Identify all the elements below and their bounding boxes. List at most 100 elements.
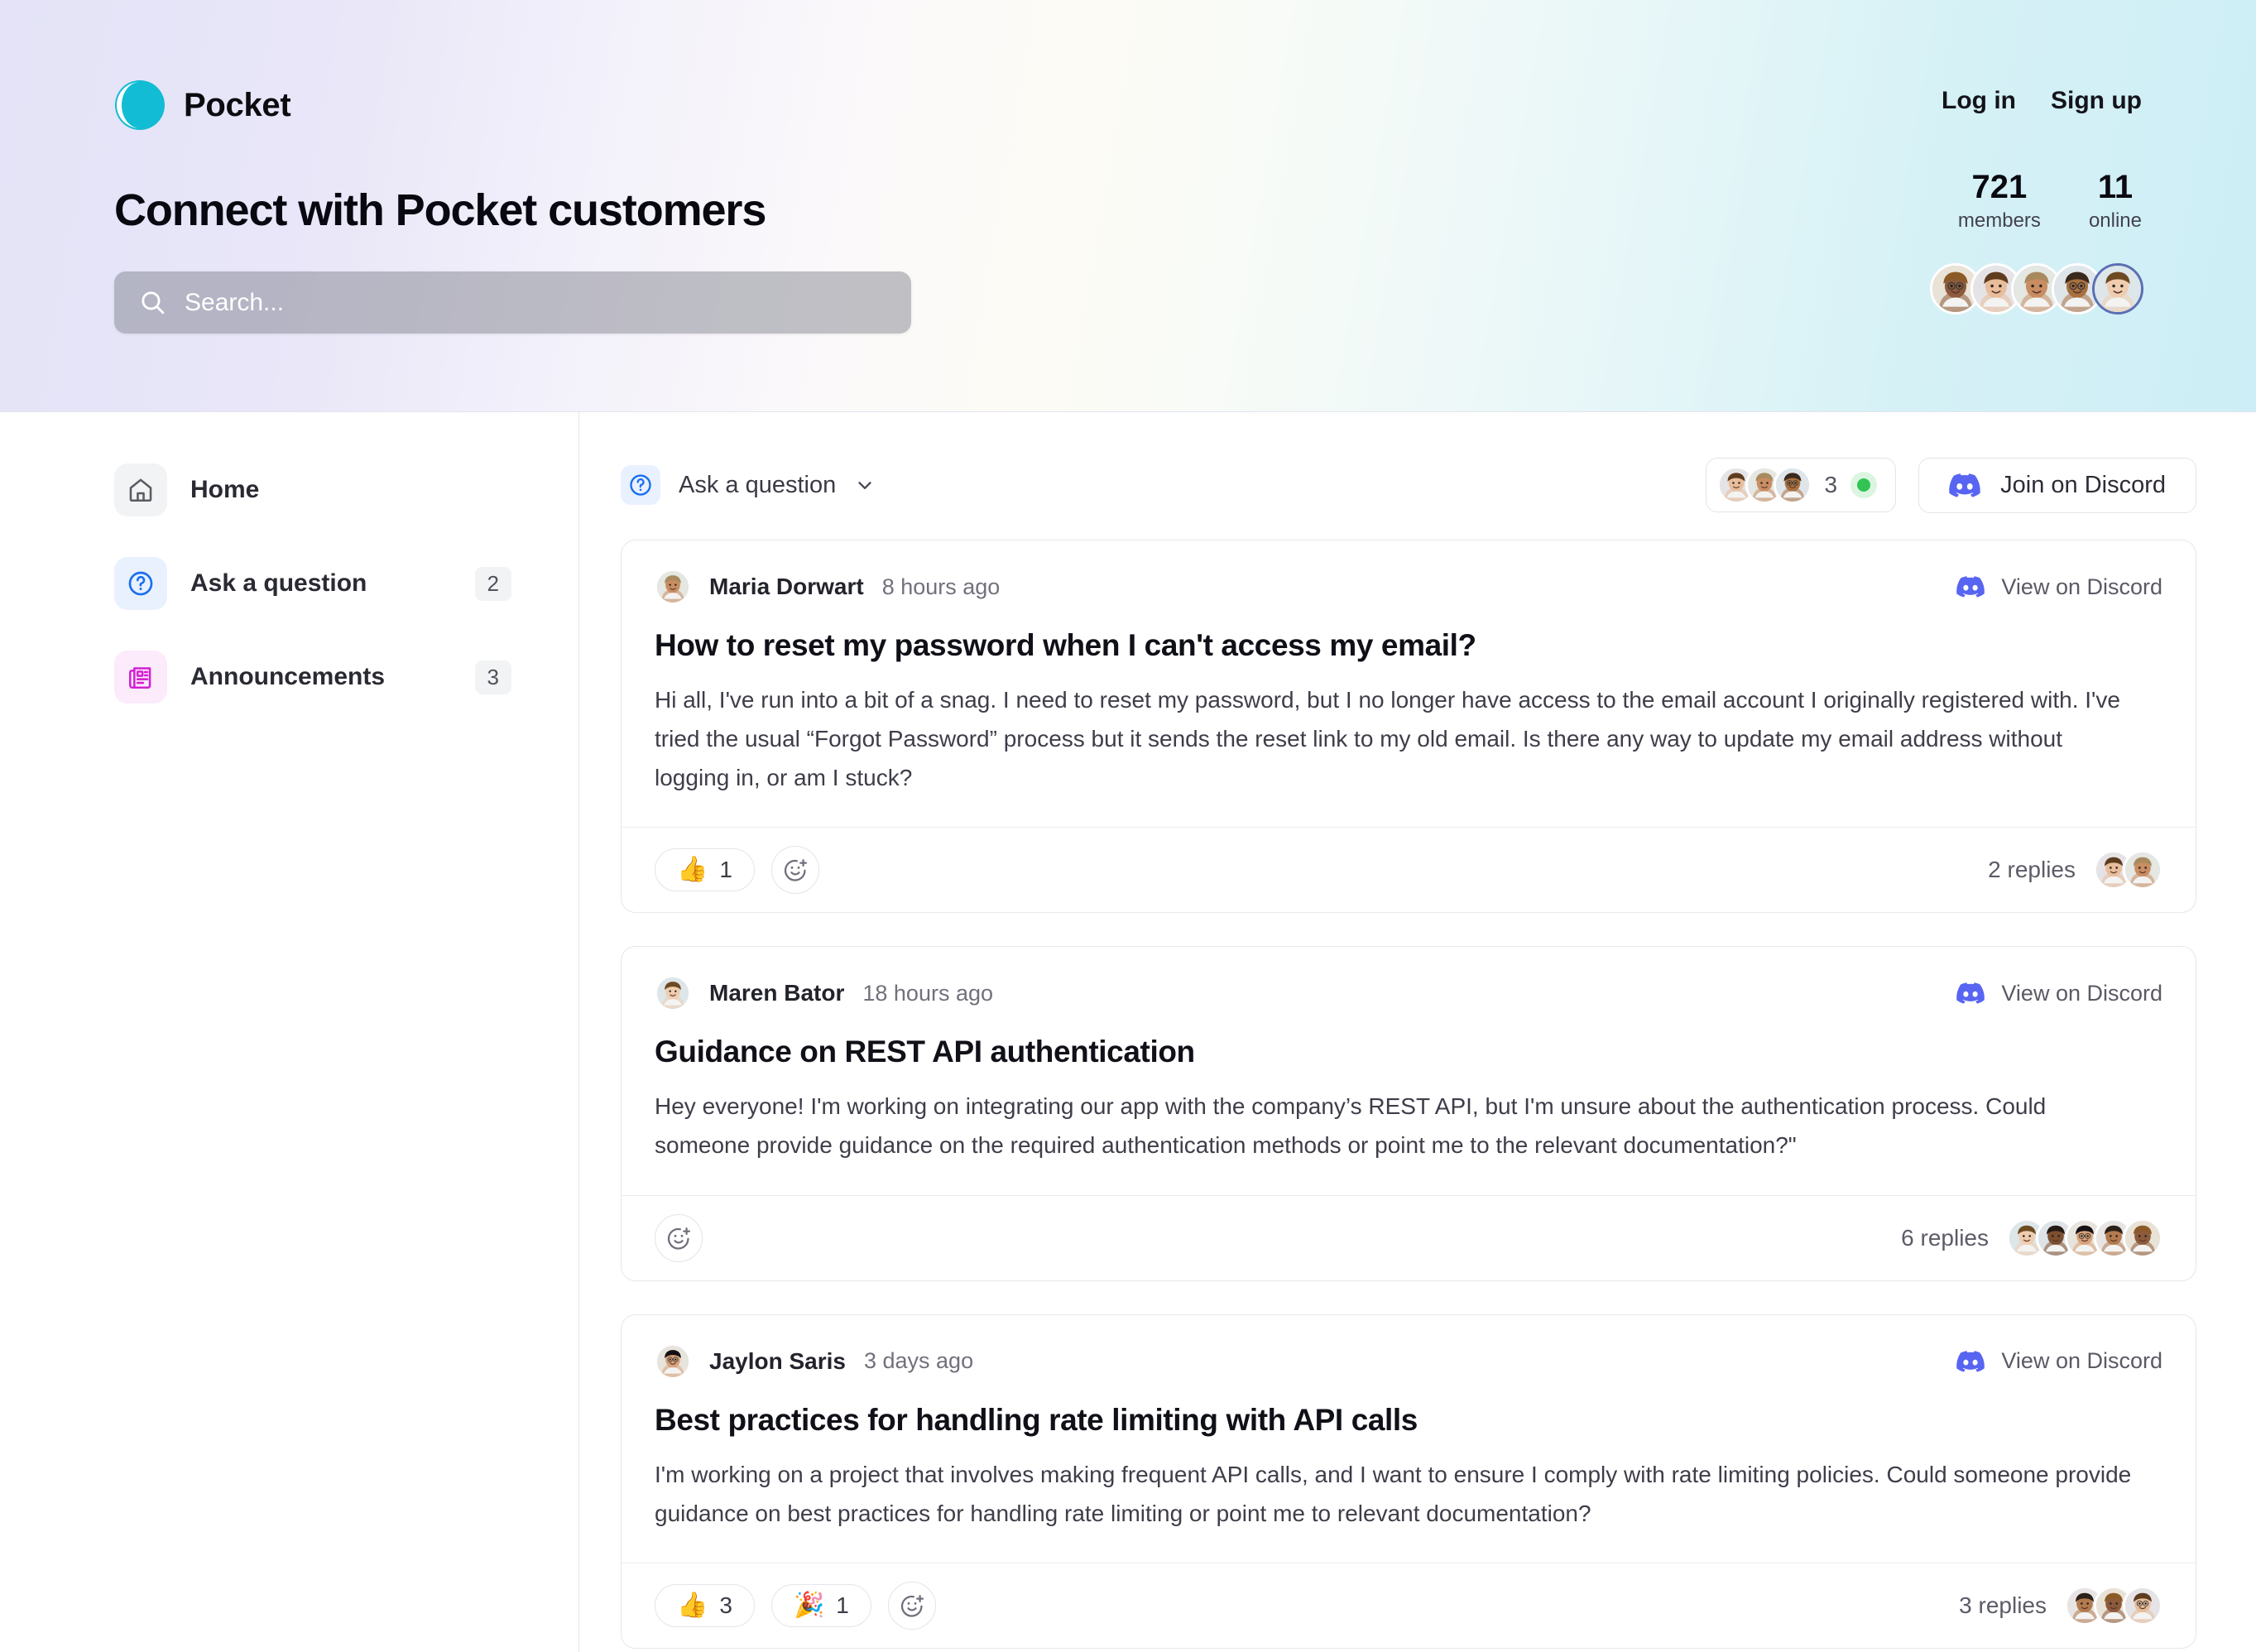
sidebar-item-label: Home	[190, 476, 260, 503]
post-author[interactable]: Maren Bator 18 hours ago	[655, 975, 993, 1012]
brand-name: Pocket	[184, 86, 291, 123]
main-content: Ask a question 3 Join on Discord Maria D…	[579, 412, 2256, 1652]
view-on-discord-link[interactable]: View on Discord	[1956, 1348, 2162, 1374]
discord-icon	[1956, 576, 1985, 598]
replies-count-label: 3 replies	[1959, 1592, 2047, 1619]
post-list: Maria Dorwart 8 hours ago View on Discord H…	[621, 540, 2196, 1650]
pocket-logo-icon	[114, 79, 166, 131]
sidebar-item-announcements[interactable]: Announcements 3	[114, 651, 511, 704]
post-text: Hey everyone! I'm working on integrating…	[655, 1093, 2047, 1158]
post-timestamp: 8 hours ago	[881, 574, 1001, 599]
sidebar-item-label: Ask a question	[190, 569, 367, 597]
avatar	[2123, 1586, 2162, 1626]
post-title[interactable]: Best practices for handling rate limitin…	[655, 1403, 2162, 1438]
question-circle-icon	[114, 557, 167, 610]
main-toolbar: Ask a question 3 Join on Discord	[621, 457, 2196, 513]
reply-avatar-stack	[2065, 1586, 2162, 1626]
toolbar-right: 3 Join on Discord	[1705, 457, 2196, 513]
sidebar-item-ask-a-question[interactable]: Ask a question 2	[114, 557, 511, 610]
online-count: 11	[2097, 169, 2134, 205]
online-label: online	[2088, 209, 2142, 232]
post-card[interactable]: Jaylon Saris 3 days ago View on Discord Bes…	[621, 1313, 2196, 1650]
page-header: Pocket Log in Sign up Connect with Pocke…	[0, 0, 2256, 412]
signup-link[interactable]: Sign up	[2051, 87, 2142, 115]
reaction-emoji: 👍	[677, 856, 708, 884]
avatar	[655, 975, 691, 1012]
avatar	[655, 1342, 691, 1380]
search-bar[interactable]	[114, 271, 911, 334]
post-author[interactable]: Jaylon Saris 3 days ago	[655, 1342, 974, 1380]
view-on-discord-link[interactable]: View on Discord	[1956, 981, 2162, 1006]
post-body: Maria Dorwart 8 hours ago View on Discord H…	[622, 540, 2196, 827]
search-icon	[139, 289, 166, 316]
sidebar-item-badge: 2	[474, 566, 511, 601]
reaction-emoji: 👍	[677, 1592, 708, 1620]
replies-summary[interactable]: 3 replies	[1959, 1586, 2162, 1626]
discord-icon	[1956, 1350, 1985, 1372]
add-reaction-icon[interactable]	[887, 1582, 936, 1630]
stat-members: 721 members	[1958, 170, 2041, 233]
question-circle-icon	[621, 465, 660, 505]
sidebar-item-badge: 3	[474, 660, 511, 694]
reaction-chip[interactable]: 👍 3	[655, 1584, 755, 1628]
stat-online: 11 online	[2089, 170, 2142, 233]
reaction-count: 3	[719, 1592, 732, 1619]
avatar	[2092, 263, 2143, 315]
view-on-discord-label: View on Discord	[2001, 1348, 2162, 1374]
post-body: Maren Bator 18 hours ago View on Discord Gu…	[622, 947, 2196, 1195]
post-author[interactable]: Maria Dorwart 8 hours ago	[655, 569, 1000, 605]
add-reaction-icon[interactable]	[655, 1213, 703, 1262]
page-title: Connect with Pocket customers	[114, 185, 766, 235]
community-stats: 721 members 11 online	[1958, 170, 2142, 233]
replies-count-label: 6 replies	[1901, 1224, 1989, 1251]
sidebar-item-home[interactable]: Home	[114, 463, 511, 516]
view-on-discord-link[interactable]: View on Discord	[1956, 574, 2162, 600]
join-on-discord-button[interactable]: Join on Discord	[1918, 457, 2196, 513]
post-footer: 👍 3 🎉 1 3 replies	[622, 1563, 2196, 1648]
post-card[interactable]: Maren Bator 18 hours ago View on Discord Gu…	[621, 946, 2196, 1281]
post-author-name: Maren Bator	[709, 980, 845, 1006]
chevron-down-icon[interactable]	[854, 474, 876, 496]
avatar	[655, 569, 691, 605]
post-header: Maria Dorwart 8 hours ago View on Discord	[655, 569, 2162, 605]
avatar	[2123, 1217, 2162, 1258]
login-link[interactable]: Log in	[1942, 87, 2016, 115]
post-timestamp: 18 hours ago	[862, 980, 993, 1006]
members-label: members	[1957, 209, 2041, 232]
home-icon	[114, 463, 167, 516]
online-members-pill[interactable]: 3	[1705, 458, 1897, 512]
post-author-name: Jaylon Saris	[709, 1347, 846, 1374]
discord-icon	[1949, 473, 1980, 497]
reaction-list: 👍 1	[655, 846, 819, 895]
channel-selector[interactable]: Ask a question	[621, 465, 876, 505]
post-timestamp: 3 days ago	[863, 1348, 974, 1374]
reaction-list: 👍 3 🎉 1	[655, 1582, 936, 1630]
auth-links: Log in Sign up	[1942, 87, 2142, 115]
reaction-chip[interactable]: 👍 1	[655, 848, 755, 892]
post-footer: 6 replies	[622, 1194, 2196, 1280]
avatar	[2123, 850, 2162, 891]
avatar	[1773, 466, 1812, 504]
discord-icon	[1956, 982, 1985, 1004]
reaction-chip[interactable]: 🎉 1	[770, 1584, 871, 1628]
reaction-emoji: 🎉	[793, 1592, 825, 1620]
members-count: 721	[1971, 169, 2028, 205]
brand[interactable]: Pocket	[114, 79, 291, 131]
add-reaction-icon[interactable]	[770, 846, 819, 895]
reaction-list	[655, 1213, 703, 1262]
channel-name: Ask a question	[679, 471, 837, 498]
replies-summary[interactable]: 2 replies	[1988, 850, 2162, 891]
post-title[interactable]: How to reset my password when I can't ac…	[655, 628, 2162, 663]
reply-avatar-stack	[2007, 1217, 2162, 1258]
member-avatar-stack[interactable]	[1930, 263, 2143, 315]
newspaper-icon	[114, 651, 167, 704]
sidebar: Home Ask a question 2 Announcements 3	[0, 412, 579, 1652]
search-input[interactable]	[185, 271, 886, 334]
post-title[interactable]: Guidance on REST API authentication	[655, 1035, 2162, 1069]
join-on-discord-label: Join on Discord	[2000, 471, 2166, 498]
post-body: Jaylon Saris 3 days ago View on Discord Bes…	[622, 1315, 2196, 1563]
online-avatar-stack	[1716, 466, 1812, 504]
replies-summary[interactable]: 6 replies	[1901, 1217, 2162, 1258]
post-text: Hi all, I've run into a bit of a snag. I…	[655, 687, 2120, 790]
post-card[interactable]: Maria Dorwart 8 hours ago View on Discord H…	[621, 540, 2196, 914]
